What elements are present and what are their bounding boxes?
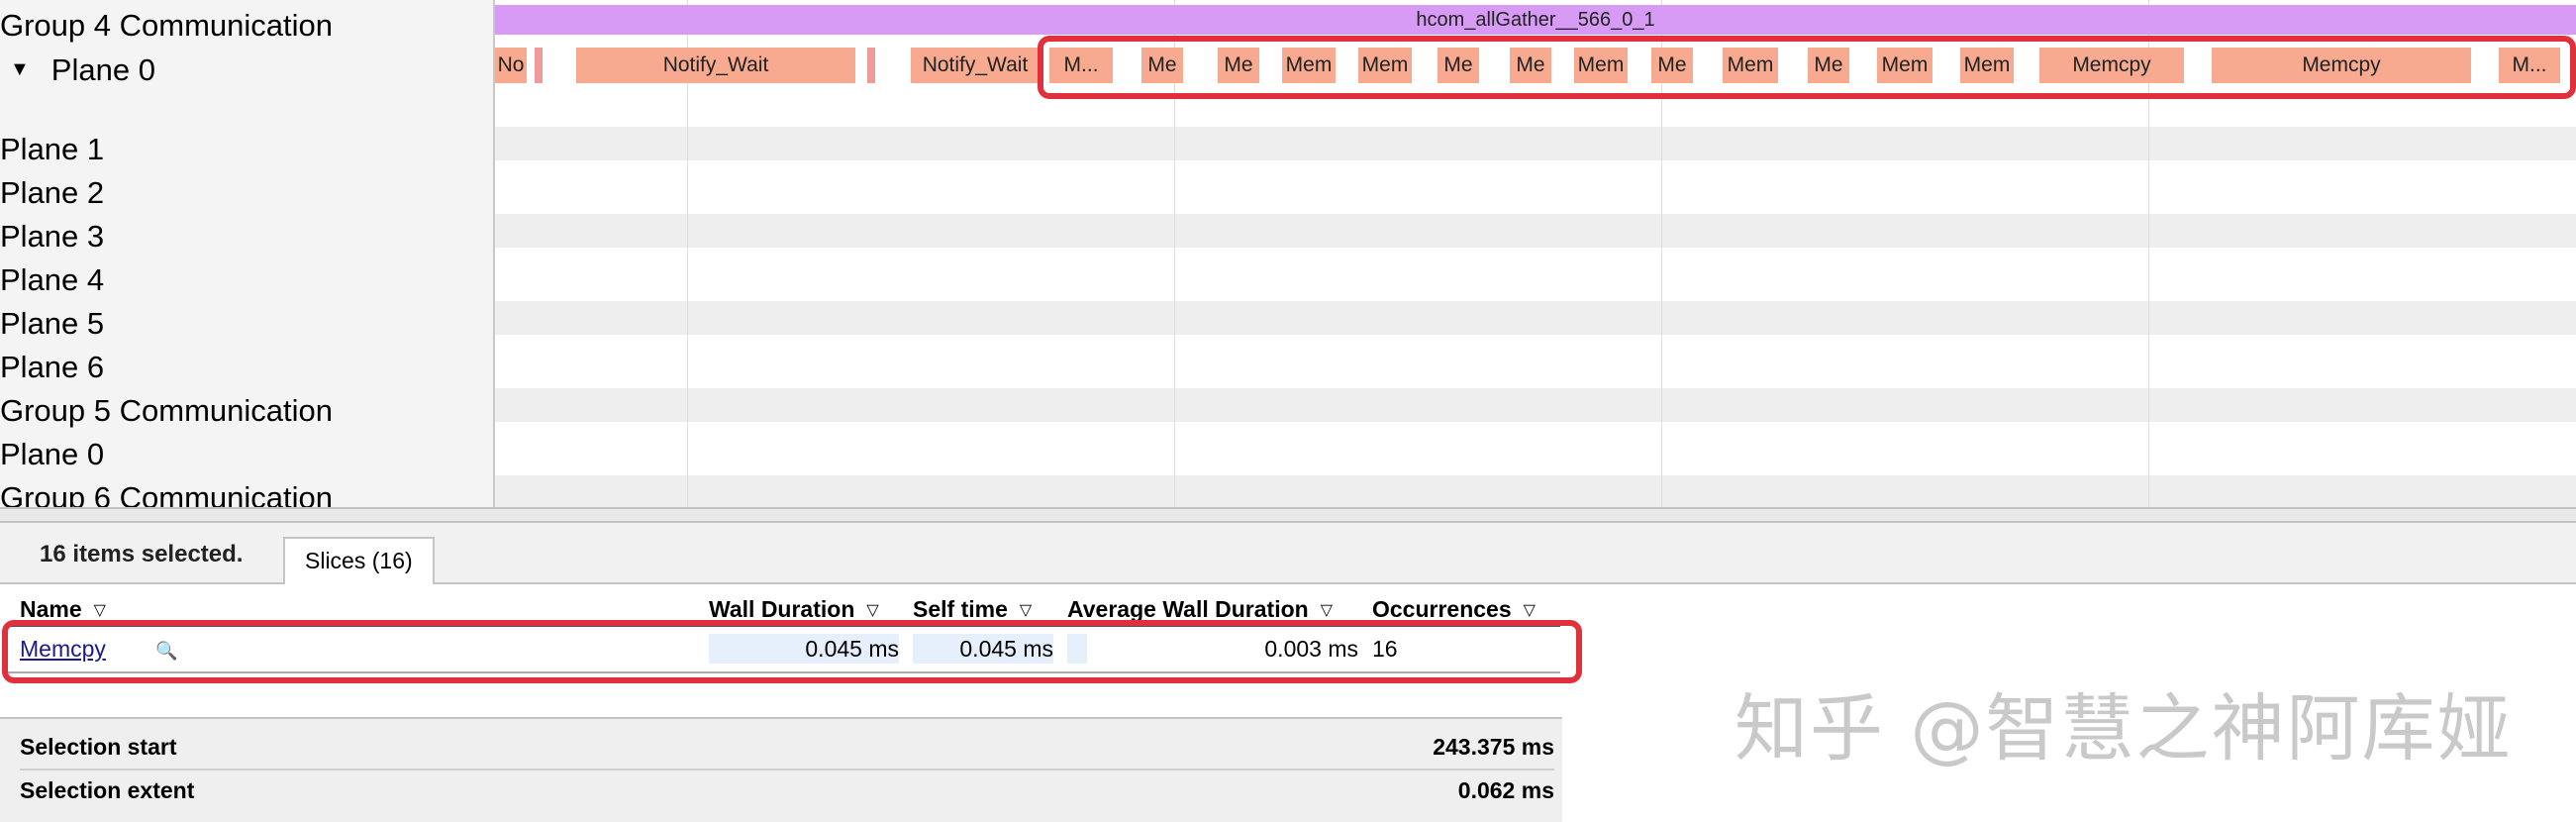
timeline-area[interactable]: hcom_allGather__566_0_1 No Notify_Wait N… [495, 0, 2576, 507]
slice-thin[interactable] [867, 48, 875, 83]
tab-slices[interactable]: Slices (16) [283, 537, 435, 584]
track-label-group6[interactable]: Group 6 Communication [0, 479, 333, 507]
track-label-group5[interactable]: Group 5 Communication [0, 392, 333, 430]
track-label-plane2[interactable]: Plane 2 [0, 174, 104, 212]
parent-slice-allgather[interactable]: hcom_allGather__566_0_1 [495, 5, 2576, 35]
track-band [495, 301, 2576, 335]
selection-count: 16 items selected. [40, 541, 244, 567]
track-label-plane3[interactable]: Plane 3 [0, 218, 104, 256]
selection-start-row: Selection start 243.375 ms [20, 727, 1554, 767]
slice-notify-wait[interactable]: No [495, 48, 527, 83]
selection-start-label: Selection start [20, 734, 177, 760]
panel-splitter[interactable] [0, 507, 2576, 523]
track-label-group5-plane0[interactable]: Plane 0 [0, 436, 104, 473]
highlight-box-row [2, 620, 1582, 683]
triangle-down-icon[interactable]: ▼ [10, 51, 30, 88]
track-label-group4[interactable]: Group 4 Communication [0, 7, 333, 45]
trace-view: Group 4 Communication ▼ Plane 0 Plane 1 P… [0, 0, 2576, 507]
track-labels-panel: Group 4 Communication ▼ Plane 0 Plane 1 P… [0, 0, 495, 507]
track-label-plane1[interactable]: Plane 1 [0, 131, 104, 168]
selection-start-value: 243.375 ms [1433, 734, 1554, 760]
track-band [495, 214, 2576, 248]
track-label-plane0-expanded[interactable]: ▼ Plane 0 [0, 51, 155, 91]
track-label-plane6[interactable]: Plane 6 [0, 349, 104, 386]
slice-notify-wait[interactable]: Notify_Wait [911, 48, 1040, 83]
highlight-box-slices [1038, 36, 2576, 99]
tab-bar: 16 items selected. Slices (16) [0, 523, 2576, 584]
track-label-plane4[interactable]: Plane 4 [0, 261, 104, 299]
track-band [495, 475, 2576, 507]
selection-extent-value: 0.062 ms [1457, 777, 1554, 803]
slice-notify-wait[interactable]: Notify_Wait [576, 48, 855, 83]
selection-info: Selection start 243.375 ms Selection ext… [0, 717, 1562, 822]
track-band [495, 388, 2576, 422]
selection-extent-label: Selection extent [20, 777, 195, 803]
track-band [495, 127, 2576, 160]
track-label-plane5[interactable]: Plane 5 [0, 305, 104, 343]
watermark: 知乎 @智慧之神阿库娅 [1734, 686, 2513, 771]
selection-extent-row: Selection extent 0.062 ms [20, 769, 1554, 810]
slice-thin[interactable] [535, 48, 543, 83]
